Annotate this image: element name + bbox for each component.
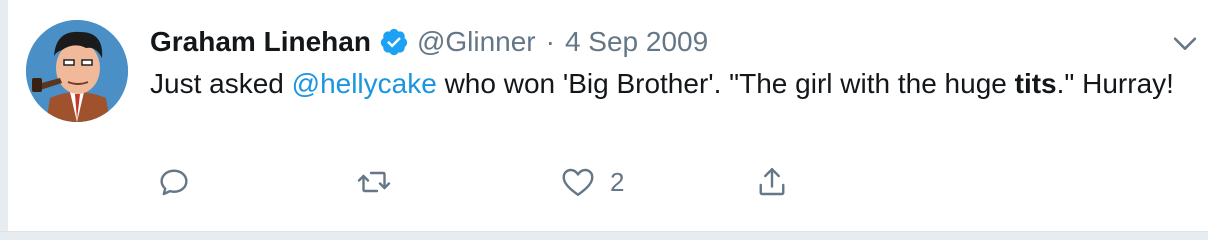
tweet-text-middle: who won 'Big Brother'. "The girl with th…: [436, 68, 1015, 99]
tweet-actions: 2: [150, 160, 850, 204]
tweet-card[interactable]: Graham Linehan @Glinner · 4 Sep 2009 Jus…: [8, 0, 1208, 231]
reply-icon: [160, 169, 188, 196]
timeline-bottom-border: [0, 231, 1208, 240]
mention-link[interactable]: @hellycake: [292, 68, 437, 99]
share-icon: [759, 168, 785, 196]
tweet-text-end: ." Hurray!: [1056, 68, 1174, 99]
like-button[interactable]: 2: [560, 160, 624, 204]
retweet-icon: [357, 171, 391, 193]
like-count: 2: [610, 166, 625, 197]
tweet-text-start: Just asked: [150, 68, 292, 99]
retweet-button[interactable]: [356, 160, 392, 204]
tweet-text-bold: tits: [1014, 68, 1057, 99]
avatar[interactable]: [26, 20, 128, 122]
chevron-down-icon[interactable]: [1168, 26, 1202, 60]
author-handle[interactable]: @Glinner: [417, 22, 536, 62]
share-button[interactable]: [754, 160, 790, 204]
tweet-date[interactable]: 4 Sep 2009: [565, 22, 708, 62]
verified-badge-icon: [379, 27, 409, 57]
tweet-header: Graham Linehan @Glinner · 4 Sep 2009: [150, 22, 708, 62]
reply-button[interactable]: [156, 160, 192, 204]
tweet-text: Just asked @hellycake who won 'Big Broth…: [150, 64, 1190, 104]
timeline-left-border: [0, 0, 8, 240]
heart-icon: [562, 168, 594, 196]
author-name[interactable]: Graham Linehan: [150, 22, 371, 62]
separator-dot: ·: [545, 26, 555, 57]
avatar-illustration: [26, 20, 128, 122]
